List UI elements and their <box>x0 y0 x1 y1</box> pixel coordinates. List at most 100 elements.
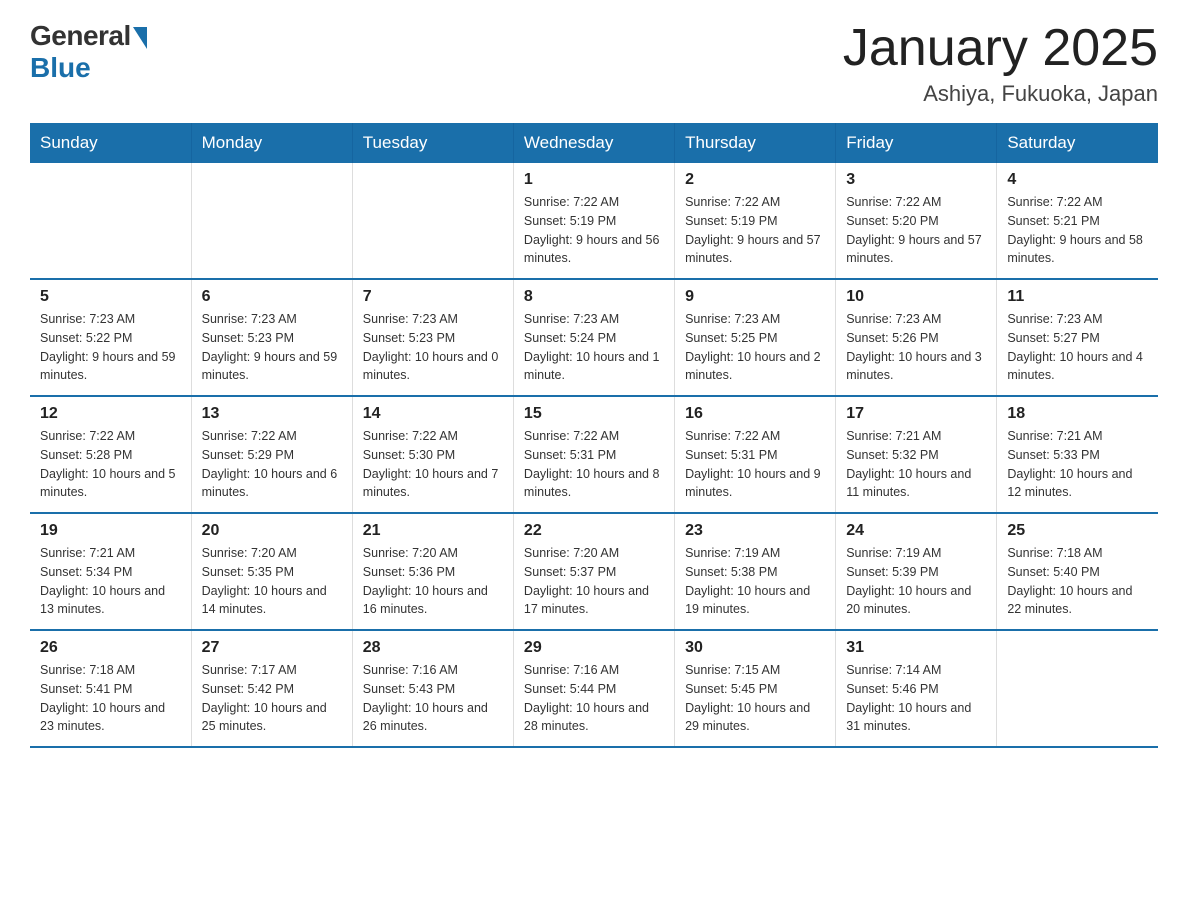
weekday-header-thursday: Thursday <box>675 123 836 163</box>
calendar-day-cell: 10 Sunrise: 7:23 AMSunset: 5:26 PMDayligh… <box>836 279 997 396</box>
day-number: 21 <box>363 522 503 540</box>
calendar-day-cell: 24Sunrise: 7:19 AMSunset: 5:39 PMDayligh… <box>836 513 997 630</box>
calendar-day-cell: 26 Sunrise: 7:18 AMSunset: 5:41 PMDayligh… <box>30 630 191 747</box>
day-number: 26 <box>40 639 181 657</box>
day-info: Sunrise: 7:16 AMSunset: 5:44 PMDaylight:… <box>524 661 664 736</box>
day-info: Sunrise: 7:21 AMSunset: 5:32 PMDaylight:… <box>846 427 986 502</box>
calendar-day-cell: 31 Sunrise: 7:14 AMSunset: 5:46 PMDayligh… <box>836 630 997 747</box>
calendar-day-cell: 30 Sunrise: 7:15 AMSunset: 5:45 PMDayligh… <box>675 630 836 747</box>
calendar-table: SundayMondayTuesdayWednesdayThursdayFrid… <box>30 123 1158 748</box>
weekday-header-sunday: Sunday <box>30 123 191 163</box>
day-info: Sunrise: 7:22 AMSunset: 5:21 PMDaylight:… <box>1007 193 1148 268</box>
calendar-day-cell: 2 Sunrise: 7:22 AMSunset: 5:19 PMDaylight… <box>675 163 836 279</box>
day-info: Sunrise: 7:22 AMSunset: 5:28 PMDaylight:… <box>40 427 181 502</box>
day-number: 29 <box>524 639 664 657</box>
calendar-day-cell: 5 Sunrise: 7:23 AMSunset: 5:22 PMDaylight… <box>30 279 191 396</box>
day-info: Sunrise: 7:23 AMSunset: 5:23 PMDaylight:… <box>202 310 342 385</box>
calendar-location: Ashiya, Fukuoka, Japan <box>843 81 1158 107</box>
day-info: Sunrise: 7:20 AMSunset: 5:36 PMDaylight:… <box>363 544 503 619</box>
calendar-day-cell: 6 Sunrise: 7:23 AMSunset: 5:23 PMDaylight… <box>191 279 352 396</box>
day-info: Sunrise: 7:19 AMSunset: 5:39 PMDaylight:… <box>846 544 986 619</box>
day-number: 30 <box>685 639 825 657</box>
logo: General Blue <box>30 20 147 84</box>
day-number: 9 <box>685 288 825 306</box>
day-info: Sunrise: 7:22 AMSunset: 5:20 PMDaylight:… <box>846 193 986 268</box>
calendar-week-row: 5 Sunrise: 7:23 AMSunset: 5:22 PMDaylight… <box>30 279 1158 396</box>
calendar-day-cell: 15 Sunrise: 7:22 AMSunset: 5:31 PMDayligh… <box>513 396 674 513</box>
calendar-day-cell: 20 Sunrise: 7:20 AMSunset: 5:35 PMDayligh… <box>191 513 352 630</box>
day-number: 17 <box>846 405 986 423</box>
day-info: Sunrise: 7:17 AMSunset: 5:42 PMDaylight:… <box>202 661 342 736</box>
day-number: 4 <box>1007 171 1148 189</box>
calendar-week-row: 19 Sunrise: 7:21 AMSunset: 5:34 PMDayligh… <box>30 513 1158 630</box>
day-number: 31 <box>846 639 986 657</box>
calendar-day-cell: 14 Sunrise: 7:22 AMSunset: 5:30 PMDayligh… <box>352 396 513 513</box>
day-number: 25 <box>1007 522 1148 540</box>
day-info: Sunrise: 7:23 AMSunset: 5:23 PMDaylight:… <box>363 310 503 385</box>
calendar-week-row: 1 Sunrise: 7:22 AMSunset: 5:19 PMDaylight… <box>30 163 1158 279</box>
weekday-header-saturday: Saturday <box>997 123 1158 163</box>
weekday-header-wednesday: Wednesday <box>513 123 674 163</box>
day-info: Sunrise: 7:16 AMSunset: 5:43 PMDaylight:… <box>363 661 503 736</box>
page-header: General Blue January 2025 Ashiya, Fukuok… <box>30 20 1158 107</box>
day-info: Sunrise: 7:15 AMSunset: 5:45 PMDaylight:… <box>685 661 825 736</box>
day-info: Sunrise: 7:22 AMSunset: 5:19 PMDaylight:… <box>685 193 825 268</box>
day-info: Sunrise: 7:20 AMSunset: 5:35 PMDaylight:… <box>202 544 342 619</box>
weekday-header-tuesday: Tuesday <box>352 123 513 163</box>
calendar-title: January 2025 <box>843 20 1158 77</box>
day-number: 11 <box>1007 288 1148 306</box>
calendar-day-cell: 22Sunrise: 7:20 AMSunset: 5:37 PMDayligh… <box>513 513 674 630</box>
calendar-day-cell: 12Sunrise: 7:22 AMSunset: 5:28 PMDayligh… <box>30 396 191 513</box>
day-number: 15 <box>524 405 664 423</box>
calendar-day-cell: 13Sunrise: 7:22 AMSunset: 5:29 PMDayligh… <box>191 396 352 513</box>
day-info: Sunrise: 7:18 AMSunset: 5:41 PMDaylight:… <box>40 661 181 736</box>
calendar-day-cell: 23 Sunrise: 7:19 AMSunset: 5:38 PMDayligh… <box>675 513 836 630</box>
calendar-week-row: 12Sunrise: 7:22 AMSunset: 5:28 PMDayligh… <box>30 396 1158 513</box>
calendar-day-cell: 21 Sunrise: 7:20 AMSunset: 5:36 PMDayligh… <box>352 513 513 630</box>
day-number: 27 <box>202 639 342 657</box>
day-number: 5 <box>40 288 181 306</box>
day-number: 3 <box>846 171 986 189</box>
day-number: 10 <box>846 288 986 306</box>
day-info: Sunrise: 7:21 AMSunset: 5:33 PMDaylight:… <box>1007 427 1148 502</box>
day-number: 13 <box>202 405 342 423</box>
weekday-header-monday: Monday <box>191 123 352 163</box>
day-number: 18 <box>1007 405 1148 423</box>
calendar-week-row: 26 Sunrise: 7:18 AMSunset: 5:41 PMDayligh… <box>30 630 1158 747</box>
calendar-day-cell: 18 Sunrise: 7:21 AMSunset: 5:33 PMDayligh… <box>997 396 1158 513</box>
day-info: Sunrise: 7:22 AMSunset: 5:30 PMDaylight:… <box>363 427 503 502</box>
logo-triangle-icon <box>133 27 147 49</box>
calendar-empty-cell <box>191 163 352 279</box>
day-info: Sunrise: 7:22 AMSunset: 5:19 PMDaylight:… <box>524 193 664 268</box>
day-info: Sunrise: 7:19 AMSunset: 5:38 PMDaylight:… <box>685 544 825 619</box>
calendar-day-cell: 3 Sunrise: 7:22 AMSunset: 5:20 PMDaylight… <box>836 163 997 279</box>
calendar-empty-cell <box>352 163 513 279</box>
day-info: Sunrise: 7:23 AMSunset: 5:24 PMDaylight:… <box>524 310 664 385</box>
day-info: Sunrise: 7:23 AMSunset: 5:22 PMDaylight:… <box>40 310 181 385</box>
day-number: 2 <box>685 171 825 189</box>
weekday-header-row: SundayMondayTuesdayWednesdayThursdayFrid… <box>30 123 1158 163</box>
title-block: January 2025 Ashiya, Fukuoka, Japan <box>843 20 1158 107</box>
day-info: Sunrise: 7:22 AMSunset: 5:31 PMDaylight:… <box>524 427 664 502</box>
day-number: 28 <box>363 639 503 657</box>
day-info: Sunrise: 7:21 AMSunset: 5:34 PMDaylight:… <box>40 544 181 619</box>
calendar-empty-cell <box>30 163 191 279</box>
calendar-day-cell: 29 Sunrise: 7:16 AMSunset: 5:44 PMDayligh… <box>513 630 674 747</box>
day-number: 23 <box>685 522 825 540</box>
day-info: Sunrise: 7:22 AMSunset: 5:31 PMDaylight:… <box>685 427 825 502</box>
calendar-day-cell: 9Sunrise: 7:23 AMSunset: 5:25 PMDaylight… <box>675 279 836 396</box>
calendar-day-cell: 28 Sunrise: 7:16 AMSunset: 5:43 PMDayligh… <box>352 630 513 747</box>
day-number: 1 <box>524 171 664 189</box>
day-info: Sunrise: 7:23 AMSunset: 5:26 PMDaylight:… <box>846 310 986 385</box>
day-number: 20 <box>202 522 342 540</box>
weekday-header-friday: Friday <box>836 123 997 163</box>
day-info: Sunrise: 7:20 AMSunset: 5:37 PMDaylight:… <box>524 544 664 619</box>
day-info: Sunrise: 7:18 AMSunset: 5:40 PMDaylight:… <box>1007 544 1148 619</box>
calendar-day-cell: 11 Sunrise: 7:23 AMSunset: 5:27 PMDayligh… <box>997 279 1158 396</box>
calendar-day-cell: 7Sunrise: 7:23 AMSunset: 5:23 PMDaylight… <box>352 279 513 396</box>
day-number: 6 <box>202 288 342 306</box>
day-info: Sunrise: 7:14 AMSunset: 5:46 PMDaylight:… <box>846 661 986 736</box>
day-info: Sunrise: 7:23 AMSunset: 5:27 PMDaylight:… <box>1007 310 1148 385</box>
day-number: 19 <box>40 522 181 540</box>
day-number: 14 <box>363 405 503 423</box>
